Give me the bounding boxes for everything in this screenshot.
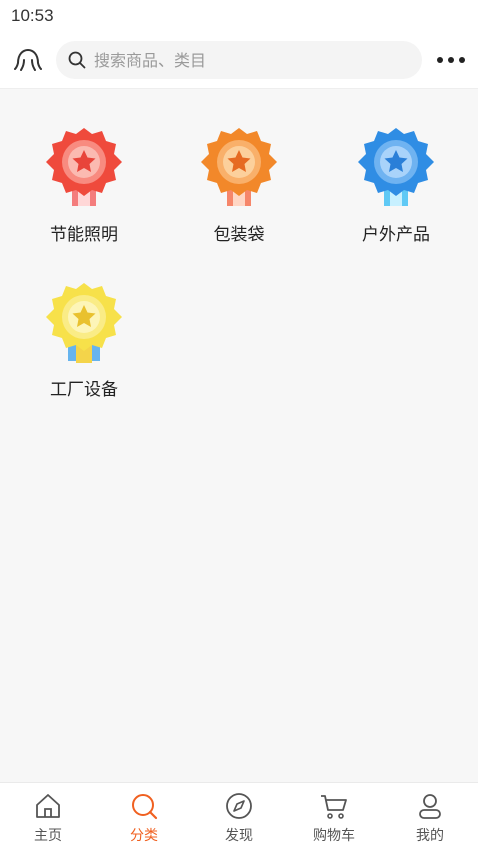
tab-label: 发现 bbox=[225, 828, 253, 844]
more-dots-icon[interactable] bbox=[436, 52, 466, 68]
tab-discover[interactable]: 发现 bbox=[191, 783, 287, 851]
tab-mine[interactable]: 我的 bbox=[382, 783, 478, 851]
category-label: 节能照明 bbox=[50, 225, 118, 245]
tab-cart[interactable]: 购物车 bbox=[286, 783, 382, 851]
tab-label: 我的 bbox=[416, 828, 444, 844]
status-time: 10:53 bbox=[11, 6, 54, 25]
status-bar: 10:53 bbox=[0, 0, 478, 34]
category-item[interactable]: 工厂设备 bbox=[4, 255, 164, 405]
red-badge-icon bbox=[46, 128, 122, 206]
orange-badge-icon bbox=[201, 128, 277, 206]
category-label: 包装袋 bbox=[213, 225, 265, 245]
tab-label: 主页 bbox=[34, 828, 62, 844]
octopus-icon[interactable] bbox=[14, 48, 42, 72]
tab-label: 购物车 bbox=[313, 828, 355, 844]
search-input[interactable] bbox=[94, 41, 404, 79]
tab-label: 分类 bbox=[130, 828, 158, 844]
category-item[interactable]: 包装袋 bbox=[159, 100, 319, 250]
user-icon bbox=[419, 794, 441, 819]
category-label: 工厂设备 bbox=[50, 380, 118, 400]
bottom-tab-bar: 主页 分类 发现 购物车 我的 bbox=[0, 782, 478, 851]
top-header bbox=[0, 34, 478, 89]
blue-badge-icon bbox=[358, 128, 434, 206]
category-label: 户外产品 bbox=[362, 225, 430, 245]
cart-icon bbox=[321, 795, 347, 819]
category-search-icon bbox=[132, 794, 158, 820]
category-item[interactable]: 节能照明 bbox=[4, 100, 164, 250]
yellow-badge-icon bbox=[46, 283, 122, 363]
search-icon bbox=[68, 51, 86, 69]
tab-home[interactable]: 主页 bbox=[0, 783, 96, 851]
home-icon bbox=[36, 794, 60, 818]
category-item[interactable]: 户外产品 bbox=[316, 100, 476, 250]
compass-icon bbox=[226, 793, 252, 819]
tab-category[interactable]: 分类 bbox=[96, 783, 192, 851]
search-box[interactable] bbox=[56, 41, 422, 79]
